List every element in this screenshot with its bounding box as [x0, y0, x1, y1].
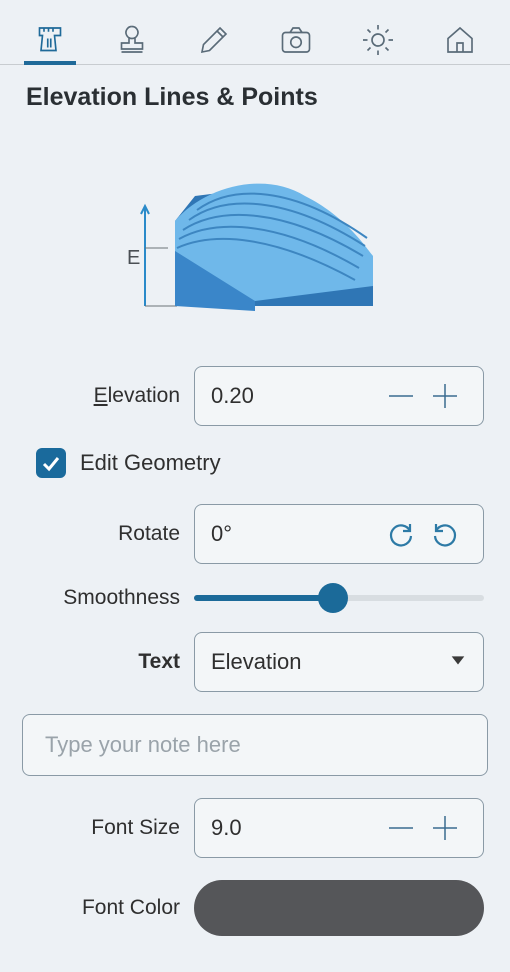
- panel-title: Elevation Lines & Points: [0, 65, 510, 112]
- text-select[interactable]: Elevation: [194, 632, 484, 692]
- tab-pencil[interactable]: [192, 16, 236, 64]
- elevation-increment[interactable]: [423, 374, 467, 418]
- svg-text:E: E: [127, 247, 140, 269]
- tab-brightness[interactable]: [356, 16, 400, 64]
- rotate-label: Rotate: [26, 522, 194, 546]
- minus-icon: [386, 813, 416, 843]
- plus-icon: [430, 381, 460, 411]
- text-label: Text: [26, 650, 194, 674]
- home-icon: [442, 22, 478, 58]
- elevation-decrement[interactable]: [379, 374, 423, 418]
- note-input[interactable]: [22, 714, 488, 776]
- tab-home[interactable]: [438, 16, 482, 64]
- minus-icon: [386, 381, 416, 411]
- elevation-input[interactable]: 0.20: [194, 366, 484, 426]
- rotate-ccw-button[interactable]: [423, 512, 467, 556]
- font-size-input[interactable]: 9.0: [194, 798, 484, 858]
- check-icon: [41, 453, 61, 473]
- elevation-label: Elevation: [26, 384, 194, 408]
- font-size-label: Font Size: [26, 816, 194, 840]
- font-color-swatch[interactable]: [194, 880, 484, 936]
- font-size-increment[interactable]: [423, 806, 467, 850]
- tab-camera[interactable]: [274, 16, 318, 64]
- camera-icon: [278, 22, 314, 58]
- tab-stamp[interactable]: [110, 16, 154, 64]
- sun-icon: [360, 22, 396, 58]
- ruler-icon: [32, 22, 68, 58]
- rotate-ccw-icon: [430, 519, 460, 549]
- pencil-icon: [196, 22, 232, 58]
- tab-ruler[interactable]: [28, 16, 72, 64]
- rotate-cw-button[interactable]: [379, 512, 423, 556]
- chevron-down-icon: [449, 651, 467, 669]
- stamp-icon: [114, 22, 150, 58]
- tool-tabs: [0, 0, 510, 65]
- edit-geometry-checkbox[interactable]: [36, 448, 66, 478]
- edit-geometry-label: Edit Geometry: [80, 450, 221, 476]
- font-color-label: Font Color: [26, 896, 194, 920]
- rotate-cw-icon: [386, 519, 416, 549]
- rotate-input[interactable]: 0°: [194, 504, 484, 564]
- smoothness-label: Smoothness: [26, 586, 194, 610]
- plus-icon: [430, 813, 460, 843]
- smoothness-slider[interactable]: [194, 595, 484, 601]
- elevation-preview: E: [0, 112, 510, 366]
- font-size-decrement[interactable]: [379, 806, 423, 850]
